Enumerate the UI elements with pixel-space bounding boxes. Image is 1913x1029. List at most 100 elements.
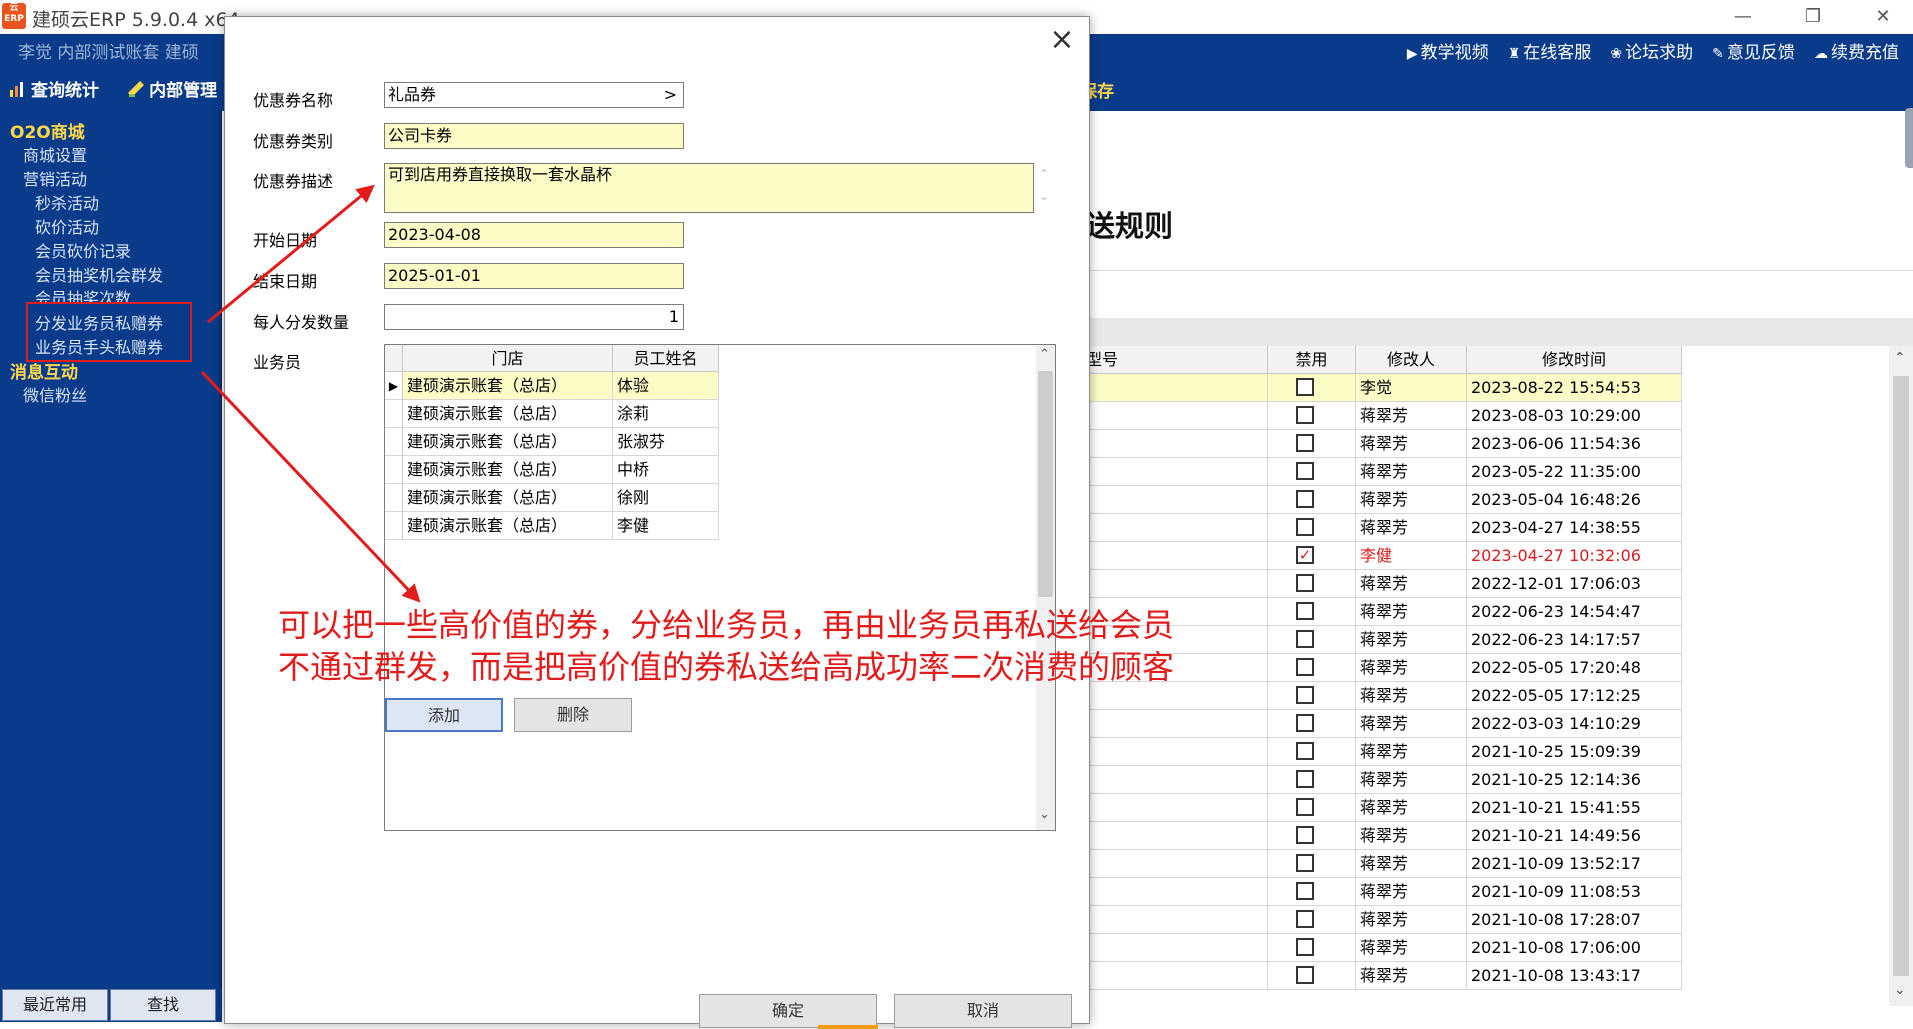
scroll-down-icon[interactable]: ⌄ (1894, 982, 1906, 998)
table-row[interactable]: 李觉 2023-08-22 15:54:53 (1086, 374, 1682, 402)
disabled-cell (1268, 682, 1356, 709)
disabled-checkbox[interactable] (1296, 910, 1314, 928)
query-statistics-button[interactable]: 查询统计 (8, 76, 99, 101)
column-header-modified-time[interactable]: 修改时间 (1467, 346, 1682, 374)
table-row[interactable]: 蒋翠芳 2022-05-05 17:12:25 (1086, 682, 1682, 710)
disabled-checkbox[interactable] (1296, 742, 1314, 760)
scroll-up-icon[interactable]: ⌃ (1894, 350, 1906, 366)
disabled-checkbox[interactable] (1296, 686, 1314, 704)
scroll-up-icon[interactable]: ⌃ (1039, 347, 1050, 362)
sidebar-item-flash-sale[interactable]: 秒杀活动 (35, 190, 99, 214)
coupon-type-field[interactable]: 公司卡券 (384, 123, 684, 149)
renew-link[interactable]: ☁ 续费充值 (1814, 38, 1899, 63)
desc-scrollbar[interactable]: ⌃ ⌄ (1035, 163, 1053, 213)
minimize-button[interactable]: — (1713, 2, 1773, 32)
restore-button[interactable]: ❐ (1783, 2, 1843, 32)
picker-chevron-icon[interactable]: > (664, 83, 677, 107)
staff-row[interactable]: 建硕演示账套（总店） 徐刚 (385, 484, 719, 512)
table-row[interactable]: ✓ 李健 2023-04-27 10:32:06 (1086, 542, 1682, 570)
disabled-checkbox[interactable] (1296, 518, 1314, 536)
table-row[interactable]: 蒋翠芳 2021-10-08 13:43:17 (1086, 962, 1682, 990)
feedback-link[interactable]: ✎ 意见反馈 (1712, 38, 1795, 63)
tutorial-video-link[interactable]: ▶ 教学视频 (1407, 38, 1489, 63)
staff-row[interactable]: 建硕演示账套（总店） 李健 (385, 512, 719, 540)
table-row[interactable]: 蒋翠芳 2022-05-05 17:20:48 (1086, 654, 1682, 682)
forum-help-link[interactable]: ❀ 论坛求助 (1610, 38, 1693, 63)
table-row[interactable]: 蒋翠芳 2023-04-27 14:38:55 (1086, 514, 1682, 542)
online-service-link[interactable]: ♜ 在线客服 (1508, 38, 1592, 63)
table-row[interactable]: 蒋翠芳 2022-03-03 14:10:29 (1086, 710, 1682, 738)
coupon-name-field[interactable]: 礼品券 > (384, 82, 684, 108)
staff-row[interactable]: 建硕演示账套（总店） 涂莉 (385, 400, 719, 428)
staff-row[interactable]: 建硕演示账套（总店） 中桥 (385, 456, 719, 484)
sidebar-item-lottery-broadcast[interactable]: 会员抽奖机会群发 (35, 262, 163, 286)
disabled-checkbox[interactable] (1296, 406, 1314, 424)
sidebar-item-mall-settings[interactable]: 商城设置 (23, 142, 87, 166)
start-date-field[interactable]: 2023-04-08 (384, 222, 684, 248)
column-header-disabled[interactable]: 禁用 (1268, 346, 1356, 374)
table-row[interactable]: 蒋翠芳 2023-06-06 11:54:36 (1086, 430, 1682, 458)
column-header-store[interactable]: 门店 (403, 345, 613, 372)
table-row[interactable]: 蒋翠芳 2023-08-03 10:29:00 (1086, 402, 1682, 430)
disabled-checkbox[interactable] (1296, 378, 1314, 396)
staff-scrollbar[interactable]: ⌃ ⌄ (1036, 345, 1055, 830)
disabled-checkbox[interactable] (1296, 490, 1314, 508)
find-button[interactable]: 查找 (110, 989, 216, 1021)
table-row[interactable]: 蒋翠芳 2023-05-04 16:48:26 (1086, 486, 1682, 514)
ok-button[interactable]: 确定 (699, 994, 878, 1029)
table-row[interactable]: 蒋翠芳 2021-10-25 15:09:39 (1086, 738, 1682, 766)
grid-scrollbar[interactable]: ⌃ ⌄ (1889, 346, 1913, 1006)
disabled-checkbox[interactable] (1296, 826, 1314, 844)
disabled-checkbox[interactable]: ✓ (1296, 546, 1314, 564)
table-row[interactable]: 蒋翠芳 2021-10-21 15:41:55 (1086, 794, 1682, 822)
sidebar-item-marketing[interactable]: 营销活动 (23, 166, 87, 190)
sidebar-item-wechat-fans[interactable]: 微信粉丝 (23, 382, 87, 406)
table-row[interactable]: 蒋翠芳 2021-10-08 17:06:00 (1086, 934, 1682, 962)
disabled-checkbox[interactable] (1296, 602, 1314, 620)
table-row[interactable]: 蒋翠芳 2021-10-09 11:08:53 (1086, 878, 1682, 906)
add-button[interactable]: 添加 (385, 698, 503, 732)
table-row[interactable]: 蒋翠芳 2022-06-23 14:54:47 (1086, 598, 1682, 626)
table-row[interactable]: 蒋翠芳 2022-12-01 17:06:03 (1086, 570, 1682, 598)
modified-time-cell: 2022-12-01 17:06:03 (1467, 570, 1682, 597)
close-icon[interactable]: × (1045, 23, 1079, 57)
disabled-checkbox[interactable] (1296, 630, 1314, 648)
disabled-checkbox[interactable] (1296, 574, 1314, 592)
delete-button[interactable]: 删除 (514, 698, 632, 732)
disabled-checkbox[interactable] (1296, 938, 1314, 956)
column-header-staff-name[interactable]: 员工姓名 (613, 345, 719, 372)
scroll-thumb[interactable] (1038, 371, 1053, 597)
disabled-checkbox[interactable] (1296, 714, 1314, 732)
disabled-checkbox[interactable] (1296, 854, 1314, 872)
cancel-button[interactable]: 取消 (894, 994, 1072, 1028)
end-date-field[interactable]: 2025-01-01 (384, 263, 684, 289)
table-row[interactable]: 蒋翠芳 2021-10-25 12:14:36 (1086, 766, 1682, 794)
edge-handle[interactable] (1905, 108, 1913, 168)
table-row[interactable]: 蒋翠芳 2021-10-08 17:28:07 (1086, 906, 1682, 934)
table-row[interactable]: 蒋翠芳 2021-10-21 14:49:56 (1086, 822, 1682, 850)
recent-items-button[interactable]: 最近常用 (2, 989, 108, 1021)
sidebar-group-o2o[interactable]: O2O商城 (10, 118, 85, 143)
coupon-desc-field[interactable]: 可到店用券直接换取一套水晶杯 (384, 163, 1034, 213)
scroll-thumb[interactable] (1893, 376, 1909, 976)
disabled-checkbox[interactable] (1296, 658, 1314, 676)
column-header-modifier[interactable]: 修改人 (1356, 346, 1467, 374)
sidebar-item-bargain-records[interactable]: 会员砍价记录 (35, 238, 131, 262)
scroll-down-icon[interactable]: ⌄ (1039, 807, 1050, 822)
table-row[interactable]: 蒋翠芳 2022-06-23 14:17:57 (1086, 626, 1682, 654)
disabled-checkbox[interactable] (1296, 462, 1314, 480)
disabled-checkbox[interactable] (1296, 434, 1314, 452)
staff-row[interactable]: ▶ 建硕演示账套（总店） 体验 (385, 372, 719, 400)
table-row[interactable]: 蒋翠芳 2021-10-09 13:52:17 (1086, 850, 1682, 878)
staff-row[interactable]: 建硕演示账套（总店） 张淑芬 (385, 428, 719, 456)
sidebar-item-bargain[interactable]: 砍价活动 (35, 214, 99, 238)
disabled-checkbox[interactable] (1296, 882, 1314, 900)
disabled-checkbox[interactable] (1296, 770, 1314, 788)
disabled-checkbox[interactable] (1296, 798, 1314, 816)
internal-management-button[interactable]: 内部管理 (126, 76, 217, 101)
column-header-model[interactable]: 型号 (1086, 346, 1268, 374)
close-window-button[interactable]: ✕ (1853, 2, 1913, 32)
table-row[interactable]: 蒋翠芳 2023-05-22 11:35:00 (1086, 458, 1682, 486)
qty-per-person-field[interactable]: 1 (384, 304, 684, 330)
disabled-checkbox[interactable] (1296, 966, 1314, 984)
